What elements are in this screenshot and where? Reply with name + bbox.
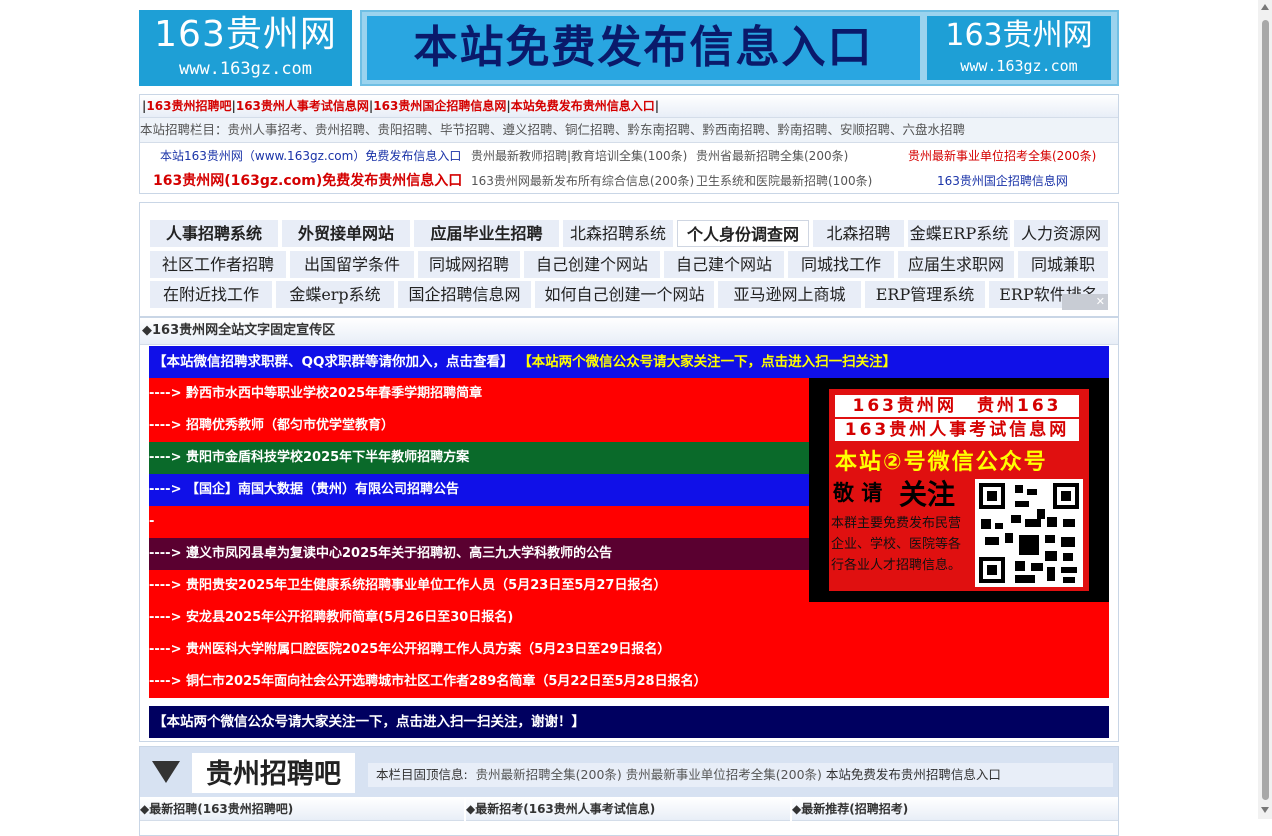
keyword-link[interactable]: 北森招聘系统 [563, 220, 673, 247]
wechat-card-line-1: 163贵州网 贵州163 [835, 395, 1079, 417]
keyword-ad-block: 人事招聘系统 外贸接单网站 应届毕业生招聘 北森招聘系统 个人身份调查网 北森招… [139, 202, 1119, 317]
quick-links-panel: |163贵州招聘吧|163贵州人事考试信息网|163贵州国企招聘信息网|本站免费… [139, 94, 1119, 194]
link-free-post-entry[interactable]: 本站163贵州网（www.163gz.com）免费发布信息入口 [160, 147, 461, 164]
keyword-link[interactable]: 在附近找工作 [150, 281, 272, 308]
keyword-link[interactable]: 应届生求职网 [898, 251, 1014, 278]
link-grid-row-2: 163贵州网(163gz.com)免费发布贵州信息入口 163贵州网最新发布所有… [140, 168, 1118, 193]
follow-wechat-link[interactable]: 【本站两个微信公众号请大家关注一下，点击进入扫一扫关注】 [518, 354, 896, 370]
link-grid-row-1: 本站163贵州网（www.163gz.com）免费发布信息入口 贵州最新教师招聘… [140, 143, 1118, 168]
recruit-columns-line: 本站招聘栏目：贵州人事招考、贵州招聘、贵阳招聘、毕节招聘、遵义招聘、铜仁招聘、黔… [140, 118, 1118, 143]
join-group-link[interactable]: 【本站微信招聘求职群、QQ求职群等请你加入，点击查看】 [153, 354, 513, 370]
wechat-card-title: 本站②号微信公众号 [835, 450, 1048, 475]
promo-news-item[interactable]: ----> 铜仁市2025年面向社会公开选聘城市社区工作者289名简章（5月22… [149, 666, 1109, 698]
promo-section: ◆163贵州网全站文字固定宣传区 【本站微信招聘求职群、QQ求职群等请你加入，点… [139, 317, 1119, 742]
link-teacher-recruit[interactable]: 贵州最新教师招聘|教育培训全集(100条) [471, 147, 687, 164]
pinned-link[interactable]: 贵州最新事业单位招考全集(200条) [626, 767, 822, 782]
link-soe-recruit[interactable]: 163贵州国企招聘信息网 [373, 99, 506, 113]
page-scrollbar[interactable] [1258, 0, 1272, 819]
recruit-columns-links[interactable]: 贵州人事招考、贵州招聘、贵阳招聘、毕节招聘、遵义招聘、铜仁招聘、黔东南招聘、黔西… [228, 122, 966, 137]
link-recruit-bar[interactable]: 163贵州招聘吧 [146, 99, 231, 113]
link-guizhou-recruit-all[interactable]: 贵州省最新招聘全集(200条) [696, 147, 848, 164]
keyword-link[interactable]: 人力资源网 [1014, 220, 1108, 247]
column-latest-recommend[interactable]: ◆最新推荐(招聘招考) [792, 798, 1118, 821]
wechat-card: 163贵州网 贵州163 163贵州人事考试信息网 本站②号微信公众号 敬 请 … [829, 389, 1089, 591]
recruit-header: 贵州招聘吧 本栏目固顶信息: 贵州最新招聘全集(200条) 贵州最新事业单位招考… [140, 747, 1118, 797]
ad-close-control[interactable]: ✕ [1062, 294, 1108, 310]
link-free-post[interactable]: 本站免费发布贵州信息入口 [511, 99, 655, 113]
keyword-link[interactable]: 同城网招聘 [418, 251, 520, 278]
logo-title: 163贵州网 [154, 14, 337, 55]
link-free-post-guizhou[interactable]: 163贵州网(163gz.com)免费发布贵州信息入口 [153, 170, 462, 190]
link-public-institution[interactable]: 贵州最新事业单位招考全集(200条) [908, 147, 1096, 164]
wechat-card-description: 本群主要免费发布民营企业、学校、医院等各行各业人才招聘信息。 [831, 516, 962, 573]
link-health-recruit[interactable]: 卫生系统和医院最新招聘(100条) [696, 172, 872, 189]
promo-news-item[interactable]: ----> 【国企】南国大数据（贵州）有限公司招聘公告 [149, 474, 809, 506]
recruit-title: 贵州招聘吧 [192, 753, 355, 793]
keyword-link[interactable]: 亚马逊网上商城 [718, 281, 861, 308]
keyword-link[interactable]: 北森招聘 [813, 220, 904, 247]
keyword-link[interactable]: 自己创建个网站 [524, 251, 660, 278]
pinned-link[interactable]: 贵州最新招聘全集(200条) [476, 767, 622, 782]
collapse-triangle-icon[interactable] [152, 761, 180, 783]
scroll-up-arrow-icon[interactable] [1261, 4, 1269, 10]
keyword-link[interactable]: 如何自己创建一个网站 [535, 281, 714, 308]
banner-text: 本站免费发布信息入口 [367, 16, 920, 80]
column-latest-recruit[interactable]: ◆最新招聘(163贵州招聘吧) [140, 798, 464, 821]
keyword-link[interactable]: 同城找工作 [788, 251, 894, 278]
follow-wechat-thanks-link[interactable]: 【本站两个微信公众号请大家关注一下，点击进入扫一扫关注，谢谢！】 [153, 714, 585, 730]
link-exam-info[interactable]: 163贵州人事考试信息网 [236, 99, 369, 113]
close-icon[interactable]: ✕ [1096, 295, 1105, 308]
pinned-info-prefix: 本栏目固顶信息: [376, 767, 468, 782]
promo-news-item[interactable]: - [149, 506, 809, 538]
banner-logo-title: 163贵州网 [945, 18, 1093, 53]
recruit-columns-prefix: 本站招聘栏目： [140, 122, 228, 137]
scroll-down-arrow-icon[interactable] [1261, 807, 1269, 813]
promo-news-item[interactable]: ----> 招聘优秀教师（都匀市优学堂教育） [149, 410, 809, 442]
keyword-link[interactable]: ERP管理系统 [865, 281, 985, 308]
wechat-card-line-2: 163贵州人事考试信息网 [835, 419, 1079, 441]
keyword-link[interactable]: 社区工作者招聘 [150, 251, 286, 278]
wechat-qr-panel: 163贵州网 贵州163 163贵州人事考试信息网 本站②号微信公众号 敬 请 … [809, 378, 1109, 602]
keyword-link[interactable]: 同城兼职 [1018, 251, 1108, 278]
free-post-banner[interactable]: 本站免费发布信息入口 163贵州网 www.163gz.com [360, 10, 1119, 86]
promo-title: ◆163贵州网全站文字固定宣传区 [140, 318, 1118, 345]
keyword-link[interactable]: 应届毕业生招聘 [414, 220, 559, 247]
promo-news-item[interactable]: ----> 遵义市凤冈县卓为复读中心2025年关于招聘初、高三九大学科教师的公告 [149, 538, 809, 570]
promo-news-item[interactable]: ----> 贵州医科大学附属口腔医院2025年公开招聘工作人员方案（5月23日至… [149, 634, 1109, 666]
keyword-link[interactable]: 金蝶ERP系统 [908, 220, 1010, 247]
link-latest-all[interactable]: 163贵州网最新发布所有综合信息(200条) [471, 172, 694, 189]
promo-news-item[interactable]: ----> 黔西市水西中等职业学校2025年春季学期招聘简章 [149, 378, 809, 410]
pinned-link[interactable]: 本站免费发布贵州招聘信息入口 [826, 767, 1001, 782]
wechat-card-invite: 敬 请 [833, 481, 883, 505]
keyword-link[interactable]: 国企招聘信息网 [398, 281, 531, 308]
banner-logo-url: www.163gz.com [960, 57, 1078, 75]
logo-url: www.163gz.com [178, 59, 313, 79]
scrollbar-thumb[interactable] [1262, 20, 1269, 800]
qr-code-icon[interactable] [975, 479, 1083, 587]
guizhou-recruit-section: 贵州招聘吧 本栏目固顶信息: 贵州最新招聘全集(200条) 贵州最新事业单位招考… [139, 746, 1119, 836]
recruit-pinned-info: 本栏目固顶信息: 贵州最新招聘全集(200条) 贵州最新事业单位招考全集(200… [368, 763, 1113, 787]
keyword-link[interactable]: 个人身份调查网 [677, 220, 809, 247]
top-site-links: |163贵州招聘吧|163贵州人事考试信息网|163贵州国企招聘信息网|本站免费… [140, 95, 1118, 118]
promo-news-item[interactable]: ----> 安龙县2025年公开招聘教师简章(5月26日至30日报名) [149, 602, 1109, 634]
promo-top-bar: 【本站微信招聘求职群、QQ求职群等请你加入，点击查看】 【本站两个微信公众号请大… [149, 346, 1109, 378]
column-latest-exam[interactable]: ◆最新招考(163贵州人事考试信息) [466, 798, 790, 821]
keyword-link[interactable]: 出国留学条件 [290, 251, 414, 278]
site-logo[interactable]: 163贵州网 www.163gz.com [139, 10, 352, 86]
keyword-link[interactable]: 金蝶erp系统 [276, 281, 394, 308]
keyword-link[interactable]: 自己建个网站 [664, 251, 784, 278]
link-soe-network[interactable]: 163贵州国企招聘信息网 [937, 172, 1068, 189]
keyword-link[interactable]: 外贸接单网站 [282, 220, 410, 247]
promo-bottom-bar[interactable]: 【本站两个微信公众号请大家关注一下，点击进入扫一扫关注，谢谢！】 [149, 706, 1109, 738]
banner-logo: 163贵州网 www.163gz.com [927, 16, 1111, 80]
wechat-card-follow: 关注 [899, 478, 956, 511]
promo-news-item[interactable]: ----> 贵阳市金盾科技学校2025年下半年教师招聘方案 [149, 442, 809, 474]
keyword-link[interactable]: 人事招聘系统 [150, 220, 278, 247]
